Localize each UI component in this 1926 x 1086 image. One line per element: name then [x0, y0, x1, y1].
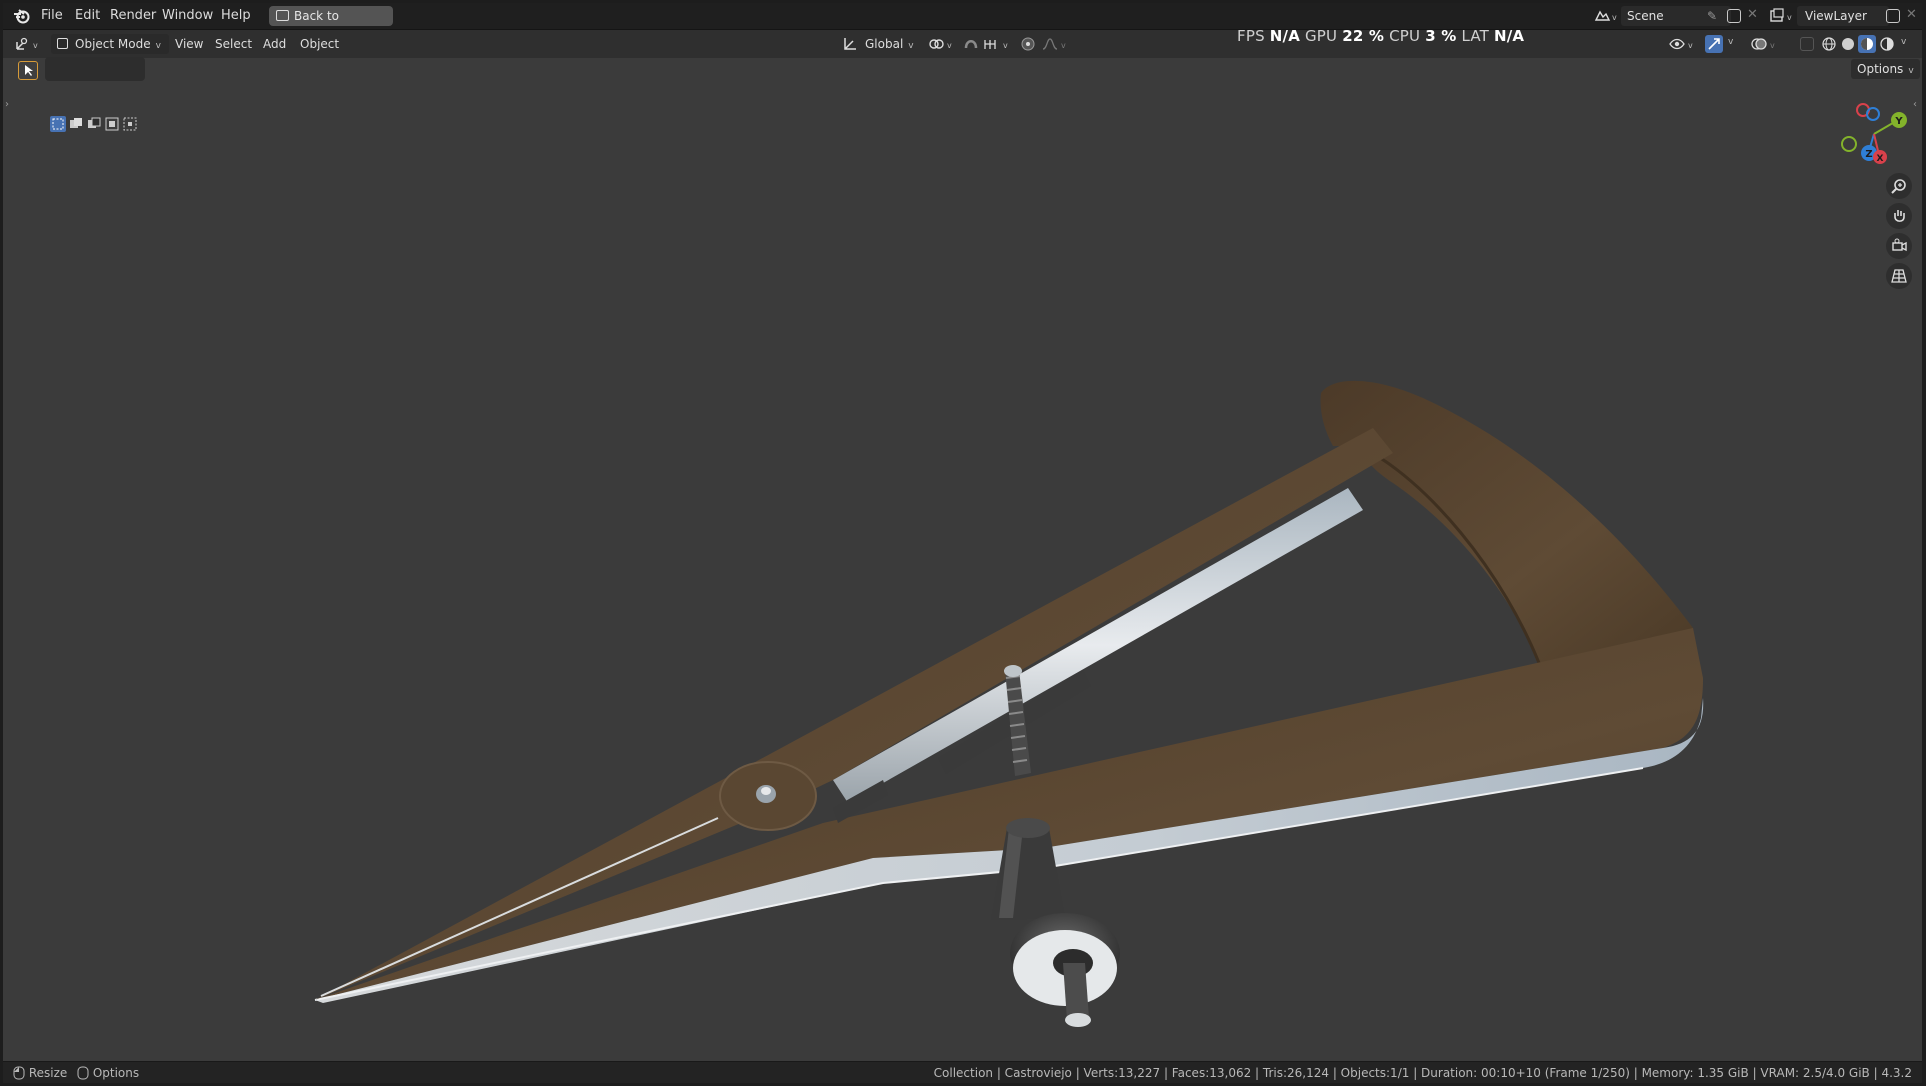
viewport-header: v Object Mode v View Select Add Object Gl…	[3, 30, 1922, 58]
lat-value: N/A	[1493, 27, 1525, 45]
fps-label: FPS	[1237, 27, 1265, 45]
pivot-point-icon[interactable]: v	[927, 36, 957, 52]
menu-object[interactable]: Object	[300, 34, 339, 54]
menu-add[interactable]: Add	[263, 34, 286, 54]
scene-statistics: Collection | Castroviejo | Verts:13,227 …	[933, 1066, 1912, 1080]
svg-text:v: v	[1787, 13, 1792, 22]
sidebar-expand-arrow-icon[interactable]: ‹	[1913, 99, 1917, 110]
scene-name: Scene	[1627, 9, 1664, 23]
select-subtract-icon[interactable]	[86, 116, 102, 132]
view-layer-selector[interactable]: ViewLayer	[1797, 6, 1889, 26]
camera-view-icon[interactable]	[1886, 233, 1912, 259]
selection-mode-group	[45, 57, 145, 132]
menu-window[interactable]: Window	[156, 3, 219, 29]
visibility-icon[interactable]: v	[1669, 36, 1697, 52]
caliper-upper-arm	[315, 428, 1393, 1000]
performance-overlay: FPS N/A GPU 22 % CPU 3 % LAT N/A	[1237, 27, 1524, 45]
select-box-tool[interactable]	[18, 61, 38, 80]
pan-hand-icon[interactable]	[1886, 203, 1912, 229]
x-axis-label: X	[1877, 154, 1884, 164]
status-bar: Resize Options Collection | Castroviejo …	[3, 1061, 1922, 1083]
svg-text:v: v	[1003, 41, 1008, 50]
fps-value: N/A	[1269, 27, 1301, 45]
menu-help[interactable]: Help	[215, 3, 257, 29]
object-mode-dropdown[interactable]: Object Mode v	[51, 34, 169, 54]
menu-view[interactable]: View	[175, 34, 203, 54]
caliper-arc	[1320, 380, 1698, 674]
neg-z-axis-icon[interactable]	[1866, 107, 1880, 121]
view-layer-icon[interactable]: v	[1769, 8, 1795, 24]
perspective-grid-icon[interactable]	[1886, 263, 1912, 289]
cpu-value: 3 %	[1425, 27, 1457, 45]
scene-selector[interactable]: Scene ✎	[1621, 6, 1731, 26]
svg-text:v: v	[33, 41, 38, 50]
scene-icon[interactable]: v	[1593, 8, 1619, 24]
material-preview-icon[interactable]	[1858, 35, 1876, 53]
resize-hint: Resize	[13, 1062, 67, 1083]
overlays-icon[interactable]: v	[1751, 36, 1779, 52]
select-intersect-icon[interactable]	[122, 116, 138, 132]
gizmo-toggle-icon[interactable]	[1705, 35, 1723, 53]
transform-orientation-dropdown[interactable]: Global v	[865, 34, 914, 54]
pin-icon[interactable]: ✎	[1707, 6, 1717, 26]
back-icon	[276, 10, 289, 21]
blender-window: File Edit Render Window Help Back to Pre…	[3, 3, 1922, 1083]
top-menu-bar: File Edit Render Window Help Back to Pre…	[3, 3, 1922, 43]
mouse-icon	[13, 1066, 25, 1080]
svg-text:v: v	[1612, 13, 1617, 22]
mouse-right-icon	[77, 1066, 89, 1080]
svg-text:v: v	[1061, 41, 1066, 50]
svg-text:v: v	[1688, 41, 1693, 50]
view-layer-name: ViewLayer	[1805, 9, 1867, 23]
solid-shading-icon[interactable]	[1840, 36, 1856, 52]
rendered-shading-icon[interactable]	[1879, 36, 1895, 52]
select-invert-icon[interactable]	[104, 116, 120, 132]
gpu-label: GPU	[1304, 27, 1338, 45]
snap-target-icon[interactable]: v	[983, 36, 1013, 52]
xray-icon[interactable]	[1800, 37, 1814, 51]
neg-y-axis-icon[interactable]	[1841, 136, 1857, 152]
menu-file[interactable]: File	[35, 3, 69, 29]
3d-viewport[interactable]	[3, 58, 1922, 1061]
lat-label: LAT	[1461, 27, 1490, 45]
remove-scene-icon[interactable]: ✕	[1747, 7, 1758, 22]
svg-text:v: v	[1770, 41, 1775, 50]
menu-render[interactable]: Render	[104, 3, 162, 29]
falloff-icon[interactable]: v	[1041, 36, 1071, 52]
svg-text:v: v	[947, 41, 952, 50]
orientation-icon	[844, 38, 856, 50]
new-view-layer-icon[interactable]	[1886, 9, 1900, 23]
zoom-icon[interactable]	[1886, 173, 1912, 199]
shading-dropdown-icon[interactable]: v	[1901, 37, 1906, 47]
object-mode-icon	[57, 38, 68, 49]
menu-select[interactable]: Select	[215, 34, 252, 54]
gpu-value: 22 %	[1342, 27, 1385, 45]
back-to-previous-button[interactable]: Back to Previous	[269, 6, 393, 43]
blender-logo-icon[interactable]	[13, 8, 30, 24]
navigation-gizmo[interactable]: Y Z X	[1833, 98, 1913, 178]
remove-view-layer-icon[interactable]: ✕	[1906, 7, 1917, 22]
menu-edit[interactable]: Edit	[69, 3, 106, 29]
select-new-icon[interactable]	[50, 116, 66, 132]
options-hint: Options	[77, 1062, 139, 1083]
options-dropdown[interactable]: Options v	[1851, 59, 1920, 79]
y-axis-label: Y	[1894, 116, 1903, 127]
select-extend-icon[interactable]	[68, 116, 84, 132]
caliper-hinge	[719, 761, 817, 831]
toolbar-expand-arrow-icon[interactable]: ›	[5, 99, 9, 110]
cpu-label: CPU	[1389, 27, 1421, 45]
new-scene-icon[interactable]	[1727, 9, 1741, 23]
wireframe-shading-icon[interactable]	[1821, 36, 1837, 52]
proportional-editing-icon[interactable]	[1020, 36, 1036, 52]
editor-type-icon[interactable]: v	[15, 36, 43, 52]
gizmo-dropdown-icon[interactable]: v	[1728, 37, 1733, 47]
z-axis-label: Z	[1865, 149, 1872, 160]
snap-icon[interactable]	[963, 36, 979, 52]
